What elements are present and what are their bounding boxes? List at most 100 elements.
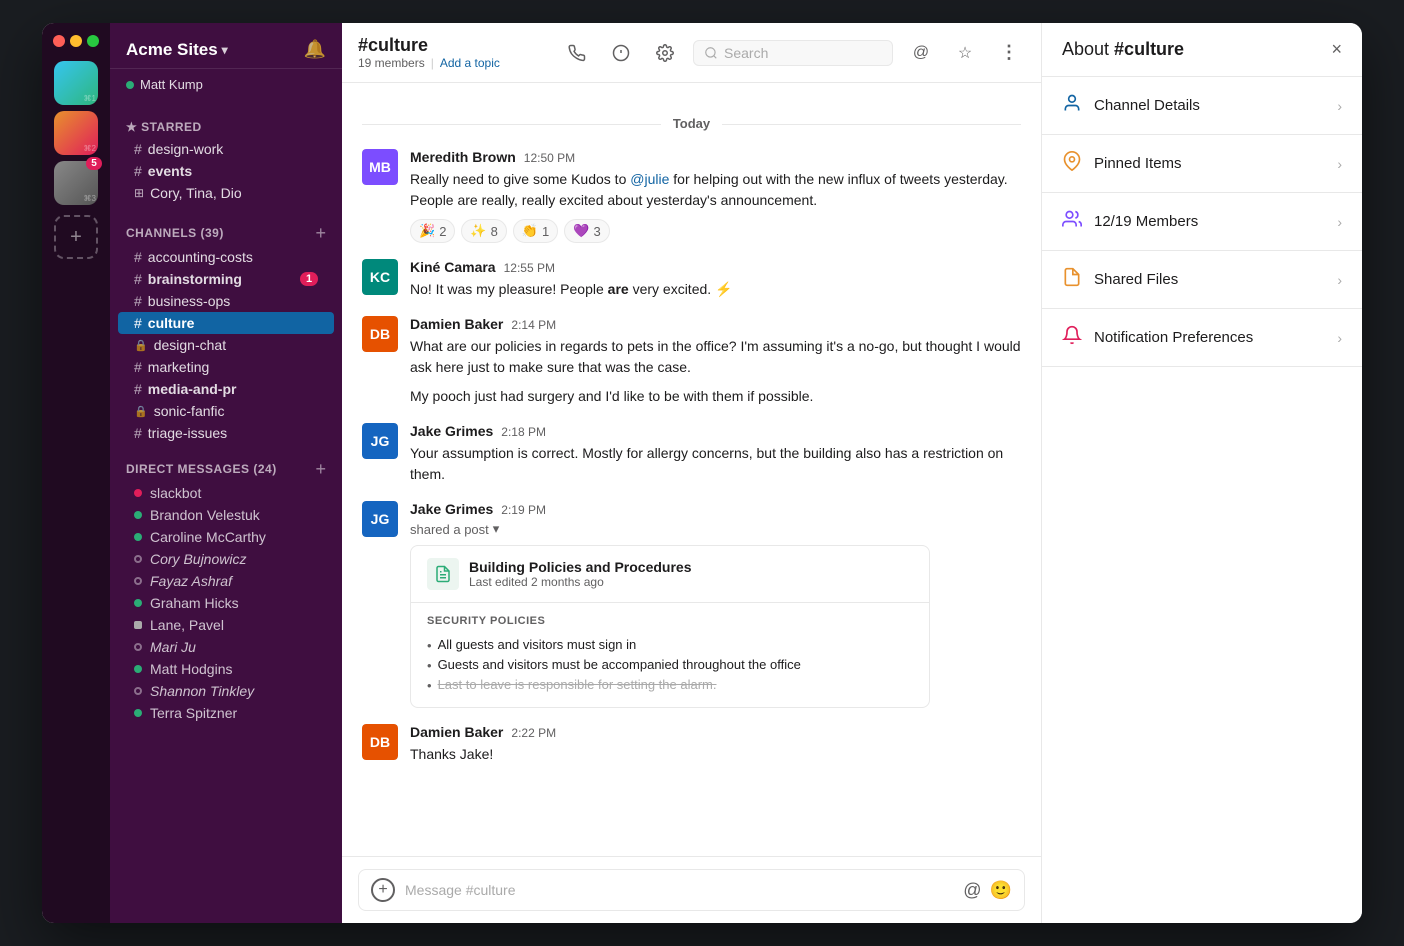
avatar-initials: JG (362, 423, 398, 459)
avatar: DB (362, 724, 398, 760)
starred-section: ★ STARRED # design-work # events ⊞ Cory,… (110, 104, 342, 208)
message-input[interactable]: Message #culture (405, 882, 953, 898)
sidebar: Acme Sites ▾ 🔔 Matt Kump ★ STARRED # des… (110, 23, 342, 923)
message-group: MB Meredith Brown 12:50 PM Really need t… (362, 149, 1021, 243)
more-menu-button[interactable]: ⋮ (993, 37, 1025, 69)
channel-hash-icon: # (134, 359, 142, 375)
workspace-name-text: Acme Sites (126, 40, 218, 60)
channel-brainstorming[interactable]: # brainstorming 1 (118, 268, 334, 290)
reaction-button[interactable]: 🎉2 (410, 219, 455, 243)
app-icon-2[interactable]: ⌘2 (54, 111, 98, 155)
dm-status-dot (134, 709, 142, 717)
dm-cory[interactable]: Cory Bujnowicz (118, 548, 334, 570)
notifications-bell-icon[interactable]: 🔔 (304, 39, 326, 60)
starred-events[interactable]: # events (118, 160, 334, 182)
add-attachment-button[interactable]: + (371, 878, 395, 902)
member-count: 19 members (358, 56, 425, 70)
channel-meta: 19 members | Add a topic (358, 56, 500, 70)
dm-user-name: Shannon Tinkley (150, 683, 254, 699)
channel-accounting-costs[interactable]: # accounting-costs (118, 246, 334, 268)
dm-status-dot (134, 533, 142, 541)
dm-slackbot[interactable]: slackbot (118, 482, 334, 504)
dm-terra[interactable]: Terra Spitzner (118, 702, 334, 724)
reaction-button[interactable]: 💜3 (564, 219, 609, 243)
panel-item-notifications[interactable]: Notification Preferences › (1042, 309, 1362, 367)
traffic-lights (53, 35, 99, 47)
add-dm-icon[interactable]: + (315, 460, 326, 478)
app-icon-1[interactable]: ⌘1 (54, 61, 98, 105)
add-channel-icon[interactable]: + (315, 224, 326, 242)
channel-marketing[interactable]: # marketing (118, 356, 334, 378)
dm-brandon[interactable]: Brandon Velestuk (118, 504, 334, 526)
message-author: Damien Baker (410, 316, 503, 332)
dm-fayaz[interactable]: Fayaz Ashraf (118, 570, 334, 592)
channel-sonic-fanfic[interactable]: 🔒 sonic-fanfic (118, 400, 334, 422)
at-mention-icon[interactable]: @ (963, 880, 981, 901)
message-time: 12:55 PM (504, 261, 555, 275)
dm-mari[interactable]: Mari Ju (118, 636, 334, 658)
close-traffic-light[interactable] (53, 35, 65, 47)
channel-triage-issues[interactable]: # triage-issues (118, 422, 334, 444)
doc-title: Building Policies and Procedures (469, 559, 692, 575)
app-shortcut-3: ⌘3 (84, 194, 96, 203)
avatar-initials: MB (362, 149, 398, 185)
panel-item-shared-files[interactable]: Shared Files › (1042, 251, 1362, 309)
add-workspace-button[interactable]: + (54, 215, 98, 259)
dm-matt-hodgins[interactable]: Matt Hodgins (118, 658, 334, 680)
dm-graham[interactable]: Graham Hicks (118, 592, 334, 614)
message-author: Kiné Camara (410, 259, 496, 275)
dm-status-dot (134, 489, 142, 497)
reaction-button[interactable]: ✨8 (461, 219, 506, 243)
search-bar[interactable]: Search (693, 40, 893, 66)
emoji-icon[interactable]: 🙂 (990, 880, 1012, 901)
dm-shannon[interactable]: Shannon Tinkley (118, 680, 334, 702)
channel-media-and-pr[interactable]: # media-and-pr (118, 378, 334, 400)
starred-section-header[interactable]: ★ STARRED (110, 116, 342, 138)
maximize-traffic-light[interactable] (87, 35, 99, 47)
dm-section-header[interactable]: DIRECT MESSAGES (24) + (110, 456, 342, 482)
starred-group-dm[interactable]: ⊞ Cory, Tina, Dio (118, 182, 334, 204)
shared-post-card[interactable]: Building Policies and Procedures Last ed… (410, 545, 930, 708)
channel-design-chat[interactable]: 🔒 design-chat (118, 334, 334, 356)
settings-icon-button[interactable] (649, 37, 681, 69)
add-topic-link[interactable]: Add a topic (440, 56, 500, 70)
starred-design-work[interactable]: # design-work (118, 138, 334, 160)
message-content: Damien Baker 2:22 PM Thanks Jake! (410, 724, 1021, 765)
close-panel-button[interactable]: × (1331, 39, 1342, 60)
dm-status-dot (134, 599, 142, 607)
gear-icon (656, 44, 674, 62)
minimize-traffic-light[interactable] (70, 35, 82, 47)
panel-item-left: Shared Files (1062, 267, 1178, 292)
channel-culture[interactable]: # culture (118, 312, 334, 334)
reaction-button[interactable]: 👏1 (513, 219, 558, 243)
members-icon (1062, 209, 1082, 234)
shared-post-dropdown-icon[interactable]: ▾ (493, 521, 500, 537)
dm-lane-pavel[interactable]: Lane, Pavel (118, 614, 334, 636)
panel-item-pinned[interactable]: Pinned Items › (1042, 135, 1362, 193)
info-icon-button[interactable] (605, 37, 637, 69)
dm-user-name: Terra Spitzner (150, 705, 237, 721)
at-icon-button[interactable]: @ (905, 37, 937, 69)
panel-item-label: Notification Preferences (1094, 329, 1253, 346)
more-icon: ⋮ (1000, 42, 1018, 63)
workspace-name[interactable]: Acme Sites ▾ (126, 40, 228, 60)
panel-item-label: 12/19 Members (1094, 213, 1198, 230)
channel-hash-icon: # (134, 141, 142, 157)
channel-title: #culture (358, 35, 500, 56)
channel-business-ops[interactable]: # business-ops (118, 290, 334, 312)
channels-section-header[interactable]: CHANNELS (39) + (110, 220, 342, 246)
app-icon-3[interactable]: ⌘3 5 (54, 161, 98, 205)
message-text: Your assumption is correct. Mostly for a… (410, 443, 1021, 485)
dm-caroline[interactable]: Caroline McCarthy (118, 526, 334, 548)
mention[interactable]: @julie (630, 171, 669, 187)
panel-item-members[interactable]: 12/19 Members › (1042, 193, 1362, 251)
channel-label: media-and-pr (148, 381, 318, 397)
message-content: Meredith Brown 12:50 PM Really need to g… (410, 149, 1021, 243)
message-content: Jake Grimes 2:18 PM Your assumption is c… (410, 423, 1021, 485)
message-header: Damien Baker 2:14 PM (410, 316, 1021, 332)
channel-label: design-chat (154, 337, 318, 353)
panel-item-channel-details[interactable]: Channel Details › (1042, 77, 1362, 135)
phone-icon (568, 44, 586, 62)
star-icon-button[interactable]: ☆ (949, 37, 981, 69)
phone-icon-button[interactable] (561, 37, 593, 69)
